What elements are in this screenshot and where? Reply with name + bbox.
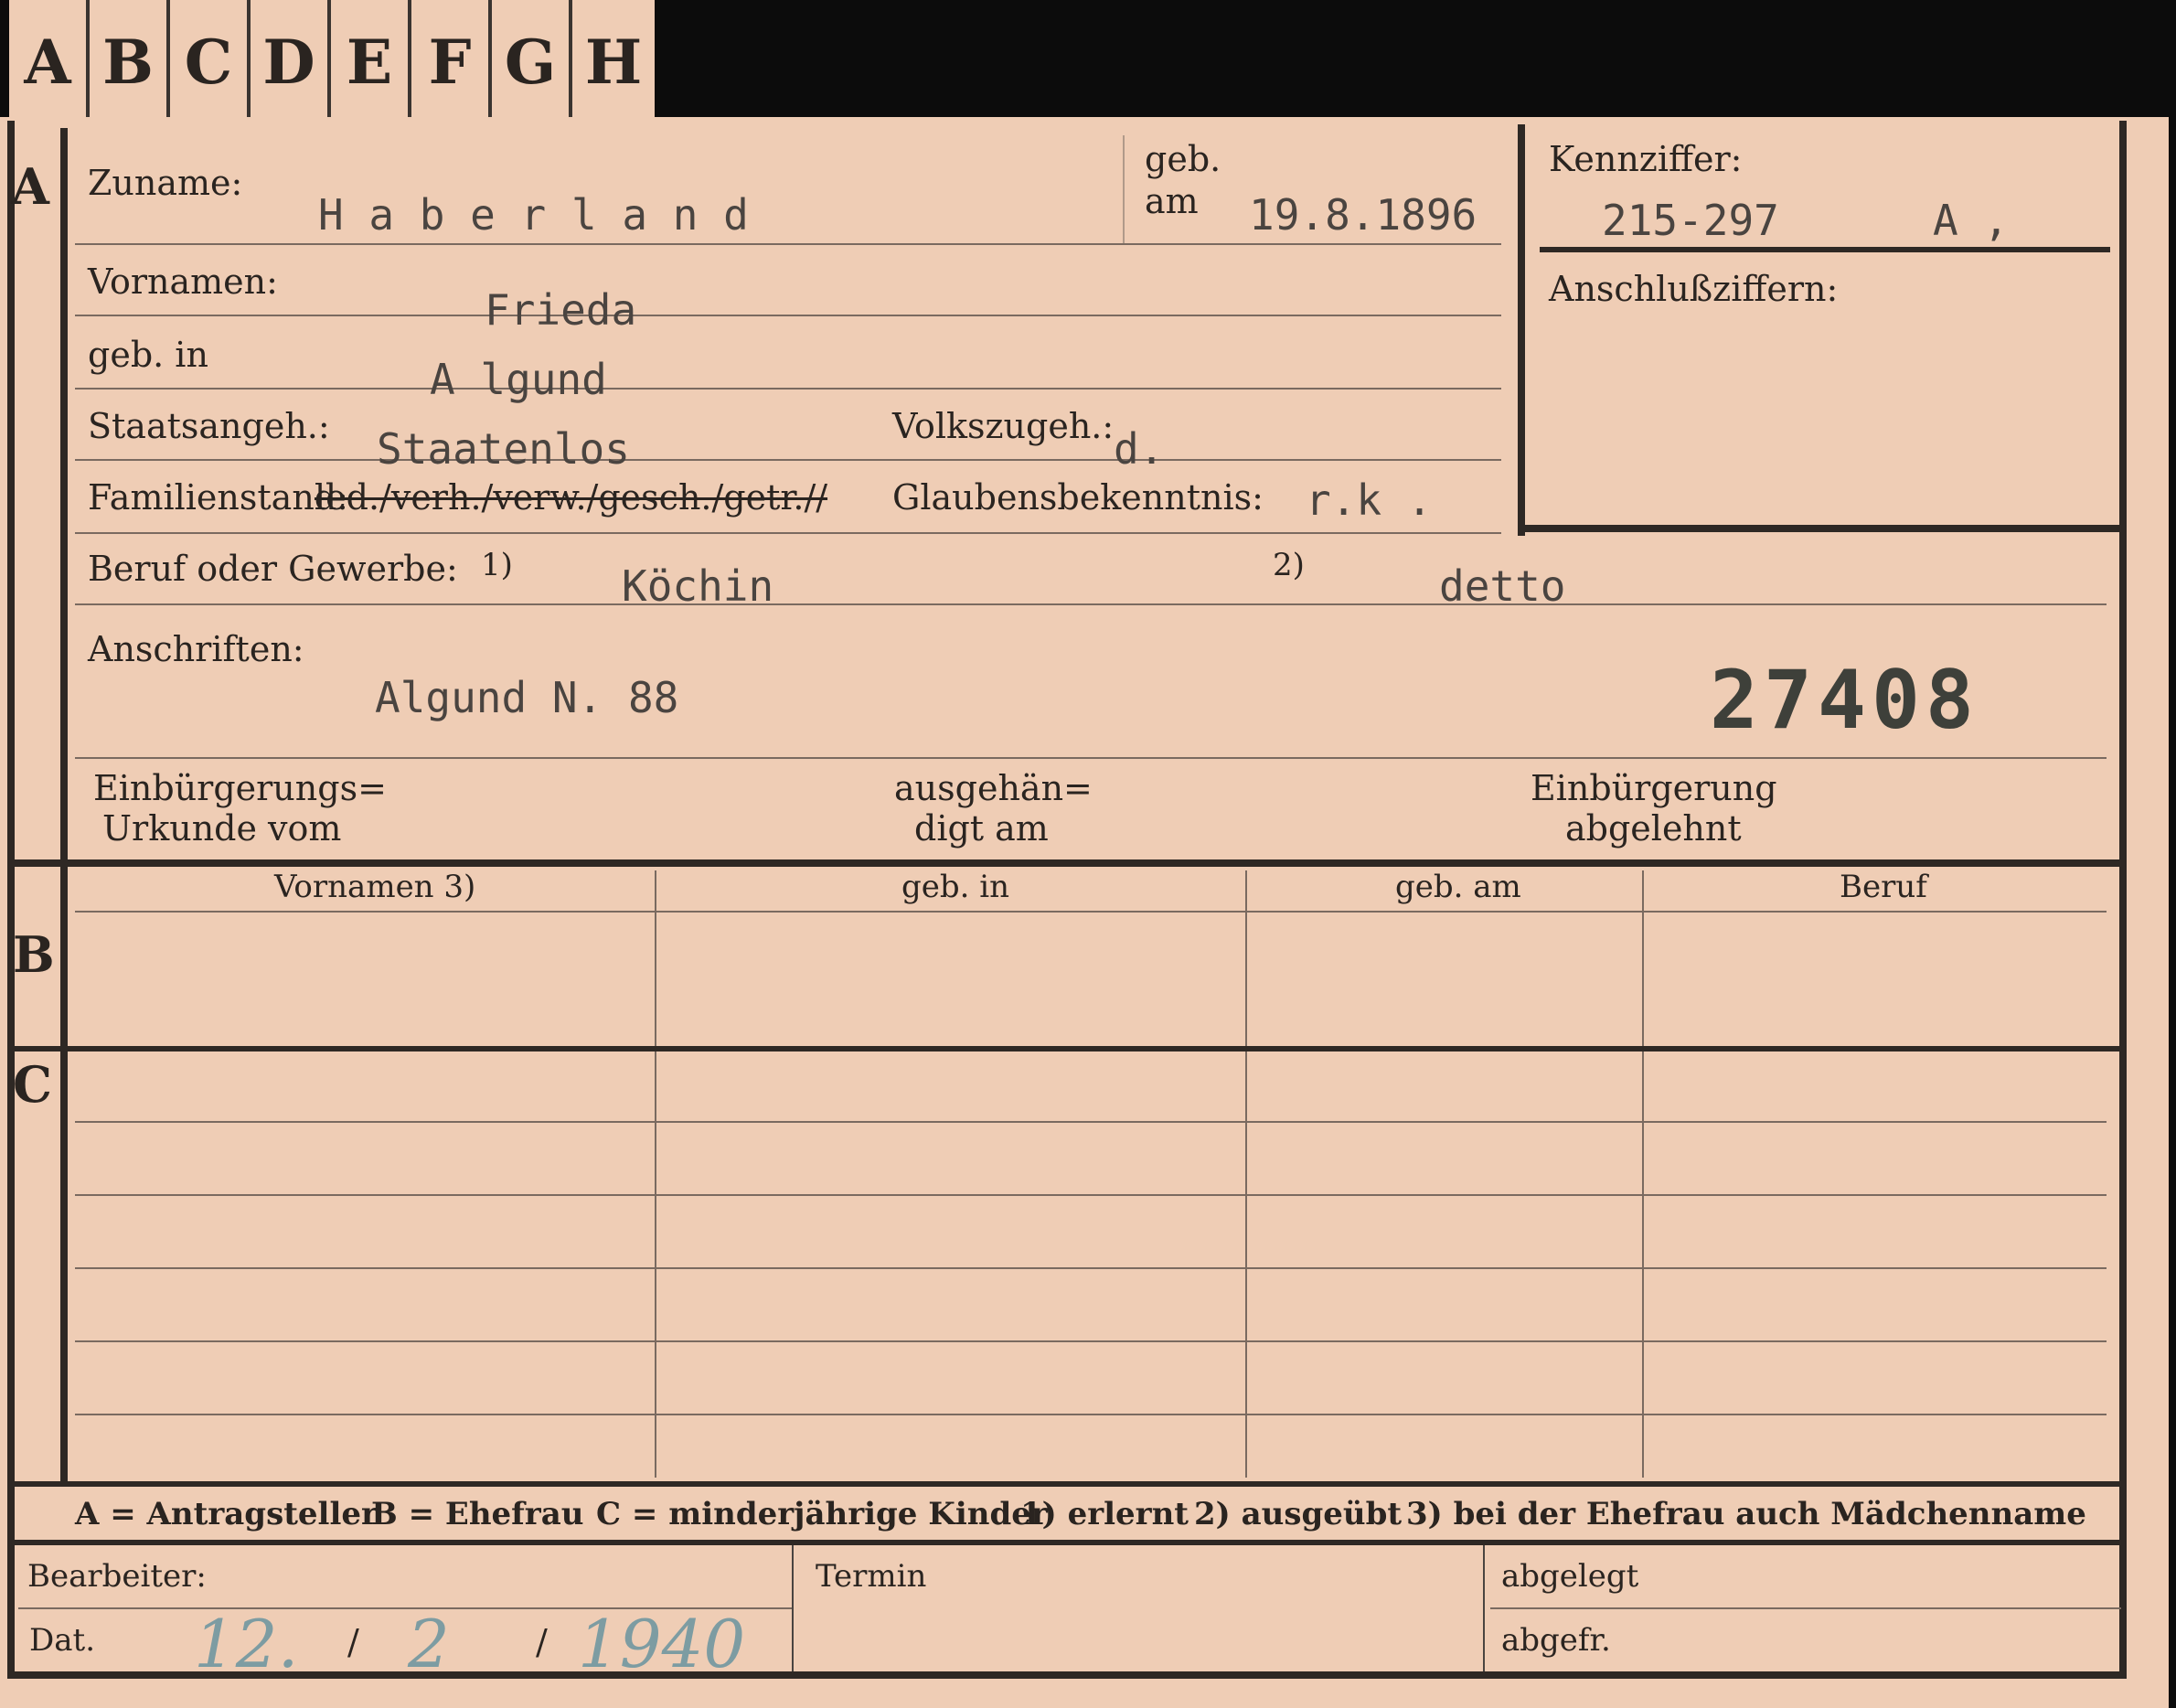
value-volkszugeh: d. [1114,424,1165,474]
label-ausgehaen-1: ausgehän= [894,768,1093,808]
label-geb-in: geb. in [88,335,208,375]
tab-e[interactable]: E [331,0,411,124]
label-kennziffer: Kennziffer: [1549,139,1743,179]
legend-b: B = Ehefrau [371,1496,584,1532]
tab-c[interactable]: C [170,0,251,124]
footnote-1-marker: 1) [481,547,513,583]
value-kennziffer: 215-297 [1602,196,1779,245]
familienstand-line [75,532,1501,534]
label-glaubensbekenntnis: Glaubensbekenntnis: [892,477,1264,518]
label-familienstand: Familienstand: [88,477,348,518]
label-bearbeiter: Bearbeiter: [27,1558,207,1595]
date-separator-1: / [347,1622,359,1662]
geb-am-divider [1123,135,1125,243]
legend-bottom-line [7,1540,2127,1545]
tab-d[interactable]: D [251,0,331,124]
kennziffer-box-bottom [1518,525,2121,532]
kennziffer-box-left [1518,124,1525,536]
table-row [75,1267,2107,1269]
table-row [75,1414,2107,1415]
label-am: am [1145,181,1199,221]
vornamen-line [75,315,1501,316]
tab-h[interactable]: H [572,0,655,124]
label-ausgehaen-2: digt am [914,808,1049,849]
footer-divider-1 [792,1545,794,1671]
table-row [75,1340,2107,1342]
tab-a[interactable]: A [9,0,90,124]
label-abgelegt: abgelegt [1501,1558,1639,1595]
date-day: 12. [194,1606,299,1682]
zuname-line [75,243,1501,245]
section-bc-divider [7,1046,2127,1051]
label-anschriften: Anschriften: [88,629,304,669]
section-c-marker: C [13,1055,52,1114]
tab-b[interactable]: B [90,0,170,124]
tab-f[interactable]: F [411,0,492,124]
label-einbuergerung-2: abgelehnt [1565,808,1742,849]
section-a-marker: A [11,157,49,216]
frame-left [7,121,15,1675]
anschriften-line [75,757,2107,759]
col-divider-3 [1642,870,1644,1478]
legend-note-2: 2) ausgeübt [1194,1496,1403,1532]
col-divider-1 [655,870,656,1478]
registration-card [0,117,2169,1708]
label-beruf: Beruf oder Gewerbe: [88,549,458,589]
label-termin: Termin [816,1558,927,1595]
label-zuname: Zuname: [88,163,243,203]
value-beruf-ausgeuebt: detto [1439,561,1566,611]
beruf-line [75,603,2107,605]
label-staatsangeh: Staatsangeh.: [88,406,330,446]
value-geb-in: A lgund [430,355,607,404]
value-zuname: H a b e r l a n d [318,190,749,240]
section-ab-divider [7,859,2127,867]
table-row [75,1121,2107,1123]
label-einbuergerungs-2: Urkunde vom [102,808,342,849]
frame-bottom [7,1671,2127,1679]
col-header-beruf: Beruf [1840,869,1927,905]
geb-in-line [75,388,1501,390]
footer-mid-line-right [1490,1607,2121,1609]
col-header-geb-in: geb. in [901,869,1010,905]
legend-note-3: 3) bei der Ehefrau auch Mädchenname [1406,1496,2086,1532]
value-staatsangeh: Staatenlos [377,424,630,474]
col-divider-2 [1245,870,1247,1478]
date-separator-2: / [536,1622,548,1662]
value-geb-am: 19.8.1896 [1249,190,1477,240]
legend-note-1: 1) erlernt [1020,1496,1189,1532]
label-geb: geb. [1145,139,1221,179]
label-dat: Dat. [29,1622,96,1659]
table-row [75,1194,2107,1196]
label-volkszugeh: Volkszugeh.: [892,406,1115,446]
staatsangeh-line [75,459,1501,461]
label-vornamen: Vornamen: [88,262,278,302]
stamp-number: 27408 [1710,653,1979,747]
value-glaubensbekenntnis: r.k . [1306,475,1433,525]
date-year: 1940 [578,1606,746,1682]
legend-top-line [7,1481,2127,1487]
date-month: 2 [408,1606,450,1682]
label-anschlussziffern: Anschlußziffern: [1549,269,1839,309]
col-header-vornamen: Vornamen 3) [274,869,476,905]
col-header-geb-am: geb. am [1395,869,1521,905]
label-einbuergerung-1: Einbürgerung [1531,768,1777,808]
legend-a: A = Antragsteller [75,1496,378,1532]
label-einbuergerungs-1: Einbürgerungs= [93,768,387,808]
section-b-marker: B [13,925,55,984]
footnote-2-marker: 2) [1273,547,1305,583]
frame-right [2119,121,2127,1675]
value-beruf-erlernt: Köchin [622,561,774,611]
legend-c: C = minderjährige Kinder [596,1496,1048,1532]
familienstand-options: led./verh./verw./gesch./getr.// [315,477,828,518]
kennziffer-underline [1540,247,2110,252]
value-kennziffer-suffix: A , [1933,196,2010,245]
value-vornamen: Frieda [485,285,637,335]
section-gutter-line [60,128,68,1481]
label-abgefr: abgefr. [1501,1622,1611,1659]
value-anschrift: Algund N. 88 [375,673,679,722]
table-header-line [75,911,2107,913]
footer-divider-2 [1483,1545,1485,1671]
tab-g[interactable]: G [492,0,572,124]
